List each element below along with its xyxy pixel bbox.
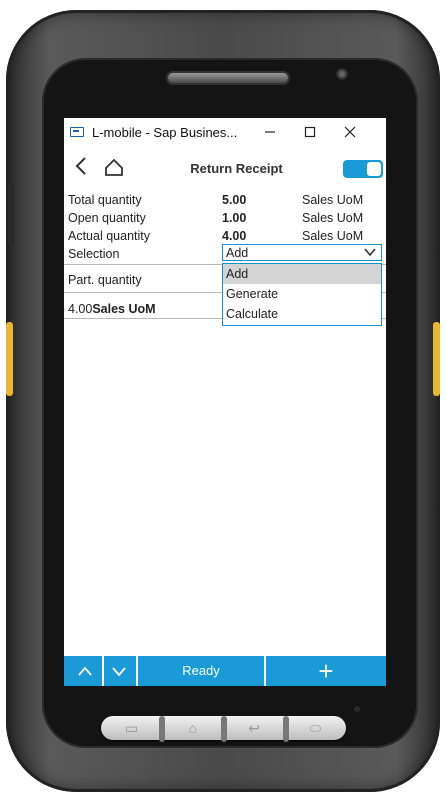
bottom-toolbar: Ready +	[64, 656, 386, 686]
selection-value: Add	[226, 246, 249, 260]
field-row-actual: Actual quantity 4.00 Sales UoM	[64, 227, 386, 245]
chevron-left-icon	[75, 157, 86, 175]
scan-button-left[interactable]	[6, 322, 13, 396]
window-titlebar: L-mobile - Sap Busines...	[64, 118, 386, 146]
part-quantity-unit: Sales UoM	[92, 302, 156, 316]
option-calculate[interactable]: Calculate	[223, 304, 381, 324]
field-unit: Sales UoM	[302, 229, 364, 243]
window-title: L-mobile - Sap Busines...	[92, 124, 238, 140]
back-key[interactable]: ↩	[224, 716, 285, 740]
option-add[interactable]: Add	[223, 264, 381, 284]
mode-toggle[interactable]	[343, 160, 383, 178]
app-screen: L-mobile - Sap Busines... Return Receipt…	[64, 118, 386, 686]
field-row-open: Open quantity 1.00 Sales UoM	[64, 209, 386, 227]
nav-key-separator	[283, 716, 289, 742]
close-icon	[344, 126, 356, 138]
part-quantity-value: 4.00	[68, 302, 93, 316]
app-navbar: Return Receipt	[64, 152, 386, 184]
selection-dropdown[interactable]: Add	[222, 244, 382, 261]
toggle-knob	[367, 162, 381, 176]
add-button[interactable]: +	[266, 656, 386, 686]
scroll-down-button[interactable]	[104, 658, 134, 684]
close-button[interactable]	[330, 118, 370, 146]
part-quantity-result: 4.00Sales UoM	[68, 302, 156, 316]
maximize-button[interactable]	[290, 118, 330, 146]
home-button[interactable]	[104, 158, 124, 176]
front-camera-icon	[336, 68, 348, 80]
field-value: 1.00	[222, 211, 247, 225]
menu-key[interactable]: ▭	[101, 716, 162, 740]
home-icon	[105, 158, 123, 176]
chevron-down-icon	[112, 667, 126, 677]
field-row-total: Total quantity 5.00 Sales UoM	[64, 191, 386, 209]
option-generate[interactable]: Generate	[223, 284, 381, 304]
speaker-grille	[168, 73, 288, 83]
status-text: Ready	[182, 663, 220, 678]
minimize-icon	[265, 131, 275, 133]
part-quantity-label: Part. quantity	[68, 273, 142, 287]
field-label: Total quantity	[68, 193, 142, 207]
field-unit: Sales UoM	[302, 193, 364, 207]
maximize-icon	[304, 126, 316, 138]
minimize-button[interactable]	[250, 118, 290, 146]
selection-options-list: Add Generate Calculate	[222, 263, 382, 326]
app-icon	[70, 127, 84, 137]
nav-key-separator	[159, 716, 165, 742]
home-key[interactable]: ⌂	[162, 716, 223, 740]
field-value: 5.00	[222, 193, 247, 207]
page-title: Return Receipt	[190, 161, 283, 176]
nav-key-separator	[221, 716, 227, 742]
back-button[interactable]	[74, 156, 88, 180]
field-unit: Sales UoM	[302, 211, 364, 225]
chevron-down-icon	[364, 248, 376, 257]
side-button[interactable]	[8, 182, 14, 246]
field-label: Open quantity	[68, 211, 146, 225]
field-label: Actual quantity	[68, 229, 150, 243]
scroll-up-button[interactable]	[70, 658, 100, 684]
scan-button-right[interactable]	[433, 322, 440, 396]
light-sensor	[354, 706, 360, 712]
selection-label: Selection	[68, 247, 120, 261]
search-key[interactable]: ⬭	[285, 716, 346, 740]
chevron-up-icon	[78, 666, 92, 676]
field-value: 4.00	[222, 229, 247, 243]
